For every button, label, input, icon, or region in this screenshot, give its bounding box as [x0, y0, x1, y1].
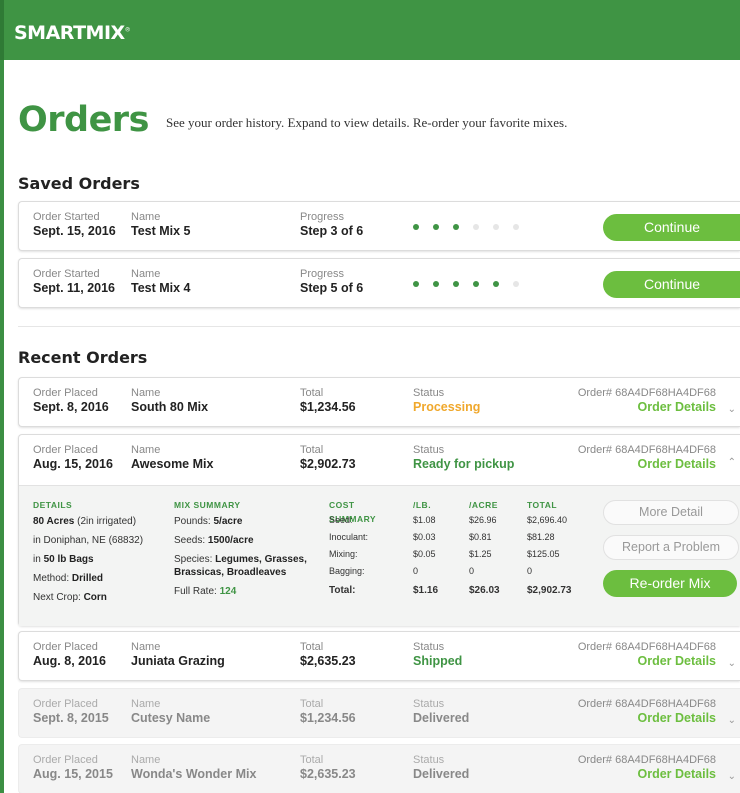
- order-placed: Order Placed Aug. 8, 2016: [33, 641, 106, 668]
- progress-dot-complete: [453, 224, 459, 230]
- order-total: Total $1,234.56: [300, 698, 356, 725]
- recent-order-card-expanded[interactable]: Order Placed Aug. 15, 2016 Name Awesome Mi…: [18, 434, 740, 626]
- order-name: Name Juniata Grazing: [131, 641, 225, 668]
- progress-dot-complete: [413, 224, 419, 230]
- order-started: Order Started Sept. 15, 2016: [33, 211, 116, 238]
- section-divider: [18, 326, 740, 327]
- progress-dot-complete: [453, 281, 459, 287]
- order-total: Total $2,902.73: [300, 444, 356, 471]
- progress-dot-complete: [433, 224, 439, 230]
- order-progress: Progress Step 3 of 6: [300, 211, 364, 238]
- order-name: Name Cutesy Name: [131, 698, 211, 725]
- top-bar: SMARTMIX®: [0, 0, 740, 60]
- cost-total-column: TOTAL $2,696.40 $81.28 $125.05 0 $2,902.…: [527, 500, 572, 596]
- chevron-down-icon[interactable]: ⌄: [728, 658, 736, 669]
- order-number: Order# 68A4DF68HA4DF68 Order Details: [577, 387, 716, 414]
- chevron-up-icon[interactable]: ⌃: [728, 457, 736, 468]
- continue-button[interactable]: Continue: [603, 214, 740, 241]
- order-placed: Order Placed Aug. 15, 2016: [33, 444, 113, 471]
- progress-dot-complete: [413, 281, 419, 287]
- order-name: Name Wonda's Wonder Mix: [131, 754, 257, 781]
- saved-order-card: Order Started Sept. 15, 2016 Name Test Mix…: [18, 201, 740, 251]
- order-progress: Progress Step 5 of 6: [300, 268, 364, 295]
- order-number: Order# 68A4DF68HA4DF68 Order Details: [577, 754, 716, 781]
- order-details-link[interactable]: Order Details: [578, 458, 716, 471]
- chevron-down-icon[interactable]: ⌄: [728, 771, 736, 782]
- recent-order-card[interactable]: Order Placed Sept. 8, 2016 Name South 80 M…: [18, 377, 740, 427]
- order-status: Status Delivered: [413, 698, 470, 725]
- order-details-link[interactable]: Order Details: [578, 655, 716, 668]
- chevron-down-icon[interactable]: ⌄: [728, 404, 736, 415]
- progress-dot-incomplete: [473, 224, 479, 230]
- order-placed: Order Placed Sept. 8, 2016: [33, 387, 109, 414]
- order-total: Total $1,234.56: [300, 387, 356, 414]
- smartmix-logo[interactable]: SMARTMIX®: [14, 22, 131, 44]
- page-subtitle: See your order history. Expand to view d…: [166, 115, 568, 130]
- order-number: Order# 68A4DF68HA4DF68 Order Details: [577, 444, 716, 471]
- order-details-link[interactable]: Order Details: [578, 712, 716, 725]
- recent-order-card[interactable]: Order Placed Aug. 15, 2015 Name Wonda's Wo…: [18, 744, 740, 793]
- order-status: Status Shipped: [413, 641, 463, 668]
- order-name: Name South 80 Mix: [131, 387, 209, 414]
- order-status: Status Processing: [413, 387, 481, 414]
- order-number: Order# 68A4DF68HA4DF68 Order Details: [577, 698, 716, 725]
- order-name: Name Test Mix 5: [131, 211, 191, 238]
- progress-dots: [413, 281, 519, 287]
- saved-order-card: Order Started Sept. 11, 2016 Name Test Mix…: [18, 258, 740, 308]
- cost-per-acre-column: /ACRE $26.96 $0.81 $1.25 0 $26.03: [469, 500, 500, 596]
- report-problem-button[interactable]: Report a Problem: [603, 535, 739, 560]
- order-started: Order Started Sept. 11, 2016: [33, 268, 116, 295]
- order-placed: Order Placed Sept. 8, 2015: [33, 698, 109, 725]
- progress-dots: [413, 224, 519, 230]
- more-detail-button[interactable]: More Detail: [603, 500, 739, 525]
- order-number: Order# 68A4DF68HA4DF68 Order Details: [577, 641, 716, 668]
- details-column: DETAILS 80 Acres (2in irrigated) in Doni…: [33, 500, 144, 603]
- progress-dot-incomplete: [513, 224, 519, 230]
- progress-dot-complete: [493, 281, 499, 287]
- mix-summary-column: MIX SUMMARY Pounds: 5/acre Seeds: 1500/a…: [174, 500, 307, 597]
- progress-dot-complete: [473, 281, 479, 287]
- progress-dot-incomplete: [513, 281, 519, 287]
- order-detail-panel: DETAILS 80 Acres (2in irrigated) in Doni…: [19, 485, 740, 626]
- order-total: Total $2,635.23: [300, 641, 356, 668]
- order-details-link[interactable]: Order Details: [578, 768, 716, 781]
- recent-orders-title: Recent Orders: [18, 348, 148, 367]
- progress-dot-incomplete: [493, 224, 499, 230]
- order-total: Total $2,635.23: [300, 754, 356, 781]
- order-status: Status Delivered: [413, 754, 470, 781]
- order-status: Status Ready for pickup: [413, 444, 515, 471]
- saved-orders-title: Saved Orders: [18, 174, 140, 193]
- recent-order-card[interactable]: Order Placed Aug. 8, 2016 Name Juniata Gra…: [18, 631, 740, 681]
- progress-dot-complete: [433, 281, 439, 287]
- reorder-mix-button[interactable]: Re-order Mix: [603, 570, 737, 597]
- chevron-down-icon[interactable]: ⌄: [728, 715, 736, 726]
- cost-per-lb-column: /LB. $1.08 $0.03 $0.05 0 $1.16: [413, 500, 439, 596]
- order-name: Name Awesome Mix: [131, 444, 214, 471]
- order-details-link[interactable]: Order Details: [578, 401, 716, 414]
- continue-button[interactable]: Continue: [603, 271, 740, 298]
- cost-labels-column: COST SUMMARY Seed: Inoculant: Mixing: Ba…: [329, 500, 377, 596]
- recent-order-card[interactable]: Order Placed Sept. 8, 2015 Name Cutesy Nam…: [18, 688, 740, 738]
- page-title: Orders: [18, 100, 149, 140]
- order-name: Name Test Mix 4: [131, 268, 191, 295]
- order-placed: Order Placed Aug. 15, 2015: [33, 754, 113, 781]
